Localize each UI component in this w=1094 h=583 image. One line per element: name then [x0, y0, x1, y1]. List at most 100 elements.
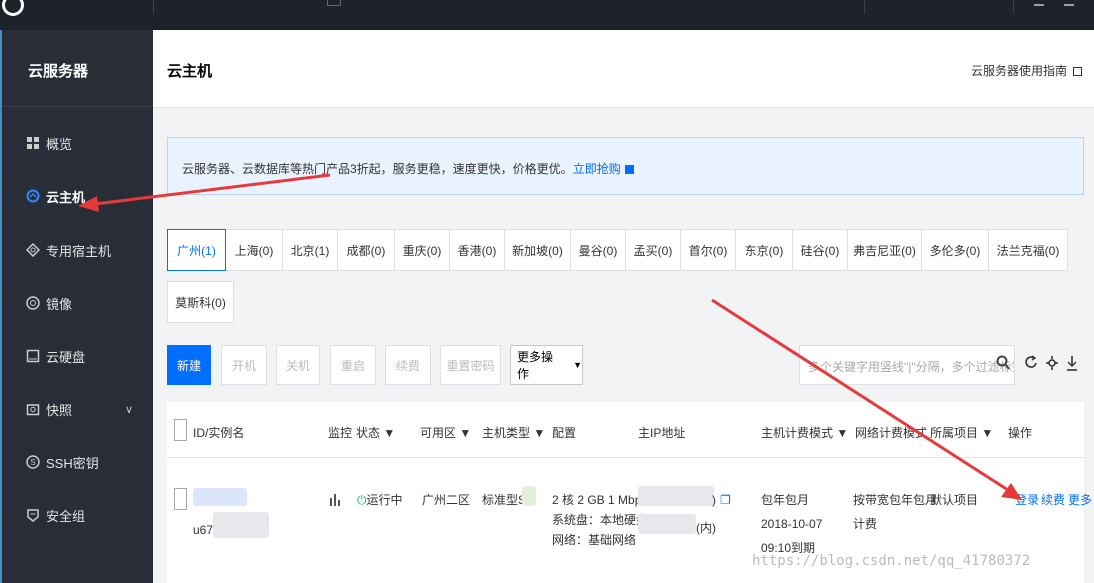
sidebar-item-overview[interactable]: 概览: [0, 123, 153, 163]
chevron-down-icon[interactable]: ∨: [125, 403, 133, 416]
col-status-label: 状态: [356, 426, 381, 440]
grid-icon: [26, 136, 40, 150]
sidebar-item-label: 概览: [46, 136, 73, 152]
reset-password-button[interactable]: 重置密码: [440, 345, 501, 385]
cloud-logo-icon[interactable]: [2, 0, 24, 16]
disk-icon: [26, 349, 40, 363]
region-tab-bangkok[interactable]: 曼谷(0): [570, 229, 626, 271]
region-tab-hongkong[interactable]: 香港(0): [449, 229, 505, 271]
refresh-icon[interactable]: [1024, 355, 1038, 375]
watermark: https://blog.csdn.net/qq_41780372: [752, 553, 1031, 569]
region-tabs: 广州(1) 上海(0) 北京(1) 成都(0) 重庆(0) 香港(0) 新加坡(…: [167, 229, 1075, 271]
renew-button[interactable]: 续费: [385, 345, 431, 385]
more-actions-dropdown[interactable]: 更多操作 ▼: [510, 345, 583, 385]
col-project-label: 所属项目: [930, 426, 979, 440]
sidebar-item-disk[interactable]: 云硬盘: [0, 336, 153, 376]
col-project[interactable]: 所属项目 ▼: [930, 424, 993, 441]
region-tab-shanghai[interactable]: 上海(0): [225, 229, 283, 271]
sidebar-item-image[interactable]: 镜像: [0, 283, 153, 323]
stop-button[interactable]: 关机: [276, 345, 320, 385]
col-type[interactable]: 主机类型 ▼: [482, 424, 545, 441]
renew-link[interactable]: 续费: [1041, 490, 1065, 510]
sidebar-item-dedicated-host[interactable]: 专用宿主机: [0, 230, 153, 270]
status-label: 运行中: [366, 493, 403, 507]
search-icon[interactable]: [996, 355, 1010, 374]
external-link-icon: [1073, 67, 1082, 76]
region-tab-chongqing[interactable]: 重庆(0): [394, 229, 450, 271]
region-tab-frankfurt[interactable]: 法兰克福(0): [988, 229, 1068, 271]
col-billing-label: 主机计费模式: [761, 426, 834, 440]
public-ip-redacted: [638, 486, 714, 506]
sidebar-item-label: 快照: [46, 402, 73, 418]
sidebar-item-cloud-host[interactable]: 云主机: [0, 176, 153, 216]
sidebar-item-ssh-key[interactable]: S SSH密钥: [0, 442, 153, 482]
keyboard-icon[interactable]: [327, 0, 341, 6]
region-tab-chengdu[interactable]: 成都(0): [337, 229, 395, 271]
select-all-checkbox[interactable]: [174, 419, 187, 441]
instance-name-redacted: [213, 512, 269, 538]
sidebar: 云服务器 概览 云主机 专用宿主机 镜像 云硬盘 快照 ∨ S SSH密钥 安全…: [0, 30, 153, 583]
bell-icon[interactable]: [1064, 0, 1074, 6]
col-ip: 主IP地址: [638, 426, 686, 440]
region-tab-guangzhou[interactable]: 广州(1): [167, 229, 226, 271]
filter-icon[interactable]: ▼: [383, 426, 395, 440]
sidebar-item-label: 云硬盘: [46, 349, 86, 365]
top-bar-divider: [864, 0, 865, 14]
region-tab-silicon-valley[interactable]: 硅谷(0): [792, 229, 848, 271]
dedicated-host-icon: [26, 243, 40, 257]
sidebar-item-snapshot[interactable]: 快照 ∨: [0, 389, 153, 429]
billing-expire-date: 2018-10-07: [761, 517, 823, 531]
page-title: 云主机: [167, 63, 213, 80]
filter-icon[interactable]: ▼: [459, 426, 471, 440]
col-billing[interactable]: 主机计费模式 ▼: [761, 424, 848, 441]
sidebar-item-label: 安全组: [46, 508, 86, 524]
col-zone[interactable]: 可用区 ▼: [420, 424, 471, 441]
login-link[interactable]: 登录: [1015, 490, 1039, 510]
config-spec: 2 核 2 GB 1 Mbps: [552, 493, 648, 507]
user-icon[interactable]: [1034, 0, 1044, 6]
region-tab-mumbai[interactable]: 孟买(0): [625, 229, 681, 271]
config-disk: 系统盘：本地硬盘: [552, 513, 649, 527]
region-tab-beijing[interactable]: 北京(1): [282, 229, 338, 271]
row-checkbox[interactable]: [174, 488, 187, 510]
region-tab-singapore[interactable]: 新加坡(0): [504, 229, 571, 271]
monitor-chart-icon[interactable]: [330, 492, 342, 512]
guide-link[interactable]: 云服务器使用指南: [971, 62, 1082, 79]
region-tab-toronto[interactable]: 多伦多(0): [921, 229, 989, 271]
restart-button[interactable]: 重启: [330, 345, 376, 385]
region-tab-seoul[interactable]: 首尔(0): [680, 229, 736, 271]
region-tab-tokyo[interactable]: 东京(0): [735, 229, 793, 271]
more-link[interactable]: 更多: [1068, 490, 1092, 510]
sidebar-item-label: 专用宿主机: [46, 243, 112, 259]
caret-down-icon: ▼: [573, 360, 582, 370]
start-button[interactable]: 开机: [221, 345, 267, 385]
search-input[interactable]: 多个关键字用竖线"|"分隔，多个过滤标签用回车: [799, 345, 1015, 385]
filter-icon[interactable]: ▼: [533, 426, 545, 440]
snapshot-icon: [26, 402, 40, 416]
sidebar-divider: [0, 106, 153, 107]
instance-id-link[interactable]: [193, 488, 247, 506]
region-tab-moscow[interactable]: 莫斯科(0): [167, 281, 234, 323]
sidebar-item-security-group[interactable]: 安全组: [0, 495, 153, 535]
filter-icon[interactable]: ▼: [981, 426, 993, 440]
promo-buy-link[interactable]: 立即抢购: [573, 162, 621, 176]
promo-notice: 云服务器、云数据库等热门产品3折起，服务更稳，速度更快，价格更优。立即抢购: [167, 137, 1084, 195]
region-tab-virginia[interactable]: 弗吉尼亚(0): [847, 229, 922, 271]
col-zone-label: 可用区: [420, 426, 457, 440]
new-button[interactable]: 新建: [167, 345, 211, 385]
col-actions: 操作: [1008, 426, 1033, 440]
security-group-icon: [26, 508, 40, 522]
public-ip-suffix: ): [712, 493, 716, 507]
settings-icon[interactable]: [1045, 355, 1059, 375]
project-value: 默认项目: [930, 493, 979, 507]
external-link-icon[interactable]: [624, 165, 634, 174]
sidebar-item-label: 镜像: [46, 296, 73, 312]
filter-icon[interactable]: ▼: [836, 426, 848, 440]
zone-value: 广州二区: [422, 493, 471, 507]
page-header: 云主机 云服务器使用指南: [153, 30, 1094, 108]
copy-icon[interactable]: ❐: [720, 490, 731, 510]
download-icon[interactable]: [1066, 355, 1078, 375]
col-status[interactable]: 状态 ▼: [356, 424, 395, 441]
cloud-host-icon: [26, 189, 40, 203]
promo-notice-text: 云服务器、云数据库等热门产品3折起，服务更稳，速度更快，价格更优。: [182, 162, 573, 176]
